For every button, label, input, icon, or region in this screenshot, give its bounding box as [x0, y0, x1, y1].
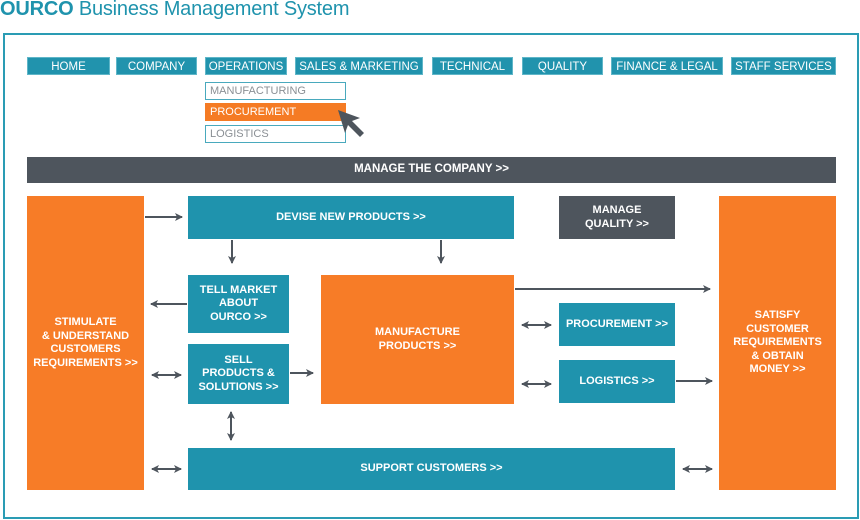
- manage-company-bar[interactable]: MANAGE THE COMPANY >>: [27, 157, 836, 183]
- support-customers-box[interactable]: SUPPORT CUSTOMERS >>: [188, 448, 675, 490]
- satisfy-line: & OBTAIN: [751, 349, 804, 362]
- procurement-label: PROCUREMENT >>: [565, 317, 669, 330]
- brand-name: OURCO: [0, 0, 74, 20]
- page-title: OURCO Business Management System: [0, 0, 349, 21]
- manage-quality-box[interactable]: MANAGE QUALITY >>: [559, 196, 675, 239]
- tell-market-line: ABOUT: [218, 297, 259, 310]
- tell-market-line: OURCO >>: [210, 310, 267, 323]
- nav-finance-legal[interactable]: FINANCE & LEGAL: [611, 57, 723, 75]
- satisfy-line: REQUIREMENTS: [733, 336, 822, 349]
- sell-line: PRODUCTS &: [202, 367, 275, 380]
- stimulate-line: STIMULATE: [54, 316, 117, 328]
- logistics-label: LOGISTICS >>: [579, 374, 655, 387]
- nav-sales-marketing[interactable]: SALES & MARKETING: [295, 57, 423, 75]
- tell-market-box[interactable]: TELL MARKET ABOUT OURCO >>: [188, 275, 289, 333]
- satisfy-customers-box[interactable]: SATISFY CUSTOMER REQUIREMENTS & OBTAIN M…: [719, 196, 836, 490]
- stimulate-customers-box[interactable]: STIMULATE & UNDERSTAND CUSTOMERS REQUIRE…: [27, 196, 144, 490]
- tell-market-line: TELL MARKET: [199, 283, 278, 296]
- manage-company-label: MANAGE THE COMPANY >>: [354, 163, 509, 176]
- procurement-box[interactable]: PROCUREMENT >>: [559, 303, 675, 346]
- sell-line: SOLUTIONS >>: [198, 380, 279, 393]
- nav-company[interactable]: COMPANY: [116, 57, 197, 75]
- manufacture-products-box[interactable]: MANUFACTURE PRODUCTS >>: [321, 275, 514, 404]
- manufacture-line: MANUFACTURE: [375, 326, 460, 338]
- manage-quality-line: MANAGE: [592, 204, 642, 216]
- nav-staff-services[interactable]: STAFF SERVICES: [731, 57, 836, 75]
- nav-operations[interactable]: OPERATIONS: [205, 57, 287, 75]
- support-label: SUPPORT CUSTOMERS >>: [360, 462, 503, 475]
- sell-products-box[interactable]: SELL PRODUCTS & SOLUTIONS >>: [188, 344, 289, 404]
- manage-quality-line: QUALITY >>: [585, 217, 649, 230]
- logistics-box[interactable]: LOGISTICS >>: [559, 360, 675, 403]
- dropdown-item-logistics[interactable]: LOGISTICS: [205, 125, 346, 143]
- manufacture-line: PRODUCTS >>: [378, 339, 457, 352]
- nav-quality[interactable]: QUALITY: [522, 57, 603, 75]
- sell-line: SELL: [224, 353, 253, 366]
- satisfy-line: SATISFY: [754, 309, 801, 322]
- mouse-cursor-icon: [338, 110, 364, 137]
- stimulate-line: REQUIREMENTS >>: [33, 356, 138, 369]
- stimulate-line: & UNDERSTAND: [41, 329, 130, 342]
- devise-products-box[interactable]: DEVISE NEW PRODUCTS >>: [188, 196, 514, 239]
- dropdown-item-manufacturing[interactable]: MANUFACTURING: [205, 82, 346, 100]
- system-title: Business Management System: [78, 0, 350, 20]
- satisfy-line: CUSTOMER: [746, 322, 809, 335]
- stimulate-line: CUSTOMERS: [50, 343, 121, 355]
- nav-home[interactable]: HOME: [27, 57, 110, 75]
- devise-label: DEVISE NEW PRODUCTS >>: [276, 210, 426, 223]
- dropdown-item-procurement[interactable]: PROCUREMENT: [205, 103, 346, 121]
- nav-technical[interactable]: TECHNICAL: [432, 57, 513, 75]
- satisfy-line: MONEY >>: [749, 363, 806, 376]
